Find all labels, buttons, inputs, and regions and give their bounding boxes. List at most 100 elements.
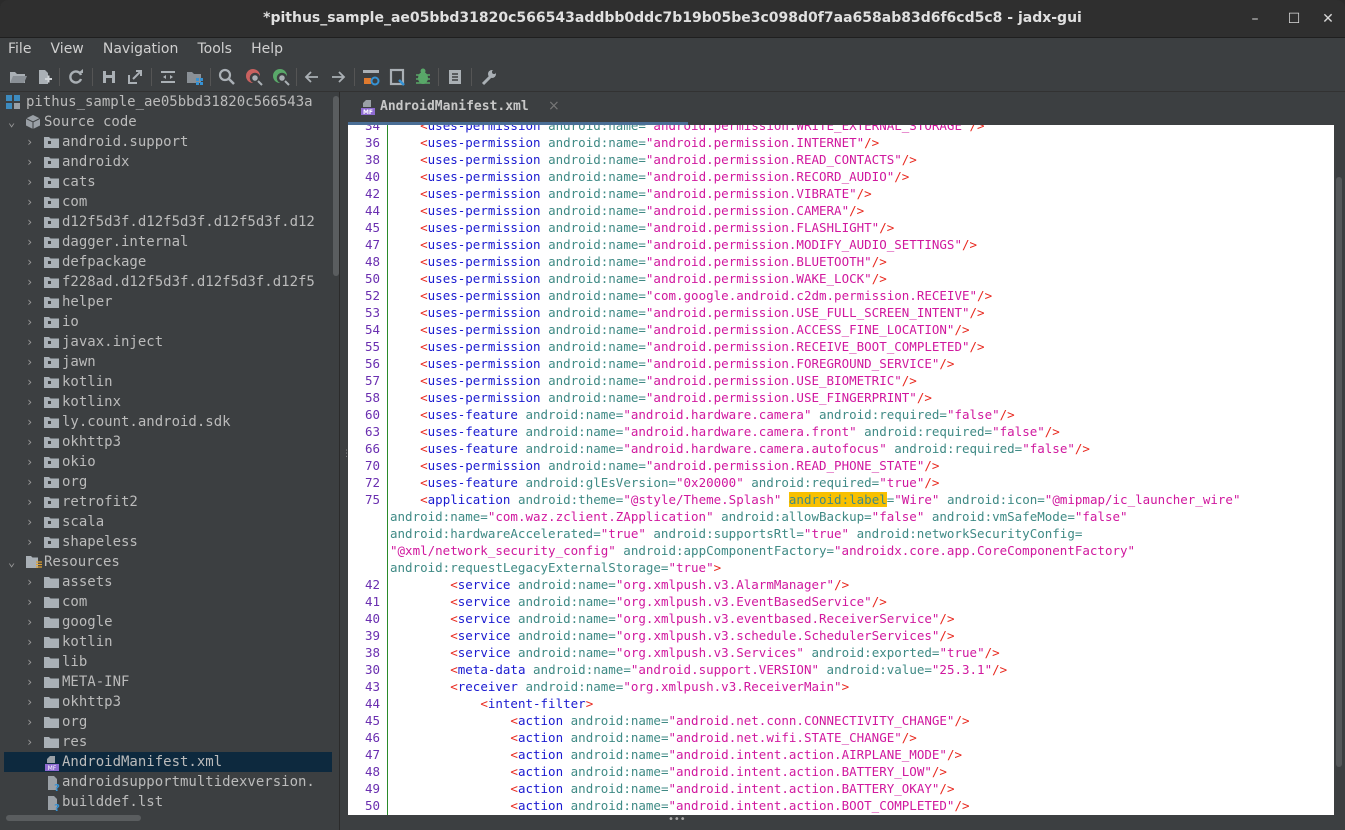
chevron-right-icon[interactable]: › xyxy=(26,192,38,212)
tree-package[interactable]: › androidx xyxy=(4,152,332,172)
tree-package[interactable]: › d12f5d3f.d12f5d3f.d12f5d3f.d12 xyxy=(4,212,332,232)
maximize-button[interactable]: ☐ xyxy=(1283,8,1305,30)
forward-icon[interactable] xyxy=(328,67,348,87)
chevron-down-icon[interactable]: ⌄ xyxy=(8,552,20,572)
chevron-right-icon[interactable]: › xyxy=(26,252,38,272)
chevron-right-icon[interactable]: › xyxy=(26,432,38,452)
quark-icon[interactable] xyxy=(387,67,407,87)
tree-file[interactable]: MF AndroidManifest.xml xyxy=(4,752,332,772)
tree-file[interactable]: ? androidsupportmultidexversion. xyxy=(4,772,332,794)
tree-package[interactable]: › javax.inject xyxy=(4,332,332,352)
tree-source-code[interactable]: ⌄ Source code xyxy=(4,112,332,132)
minimize-button[interactable]: – xyxy=(1244,8,1266,30)
chevron-right-icon[interactable]: › xyxy=(26,352,38,372)
search-text-icon[interactable] xyxy=(217,67,237,87)
search-class-icon[interactable] xyxy=(244,67,264,87)
tree-resource-folder[interactable]: › org xyxy=(4,712,332,732)
chevron-right-icon[interactable]: › xyxy=(26,672,38,692)
chevron-right-icon[interactable]: › xyxy=(26,612,38,632)
chevron-right-icon[interactable]: › xyxy=(26,292,38,312)
tree-resource-folder[interactable]: › okhttp3 xyxy=(4,692,332,712)
chevron-right-icon[interactable]: › xyxy=(26,472,38,492)
project-tree[interactable]: pithus_sample_ae05bbd31820c566543a ⌄ Sourc… xyxy=(4,92,332,812)
add-files-icon[interactable] xyxy=(34,67,54,87)
preferences-icon[interactable] xyxy=(479,67,499,87)
tree-package[interactable]: › ly.count.android.sdk xyxy=(4,412,332,432)
tree-package[interactable]: › kotlin xyxy=(4,372,332,392)
chevron-right-icon[interactable]: › xyxy=(26,492,38,512)
tree-root[interactable]: pithus_sample_ae05bbd31820c566543a xyxy=(4,92,332,112)
back-icon[interactable] xyxy=(302,67,322,87)
chevron-right-icon[interactable]: › xyxy=(26,232,38,252)
tree-package[interactable]: › org xyxy=(4,472,332,492)
tree-resource-folder[interactable]: › res xyxy=(4,732,332,752)
chevron-right-icon[interactable]: › xyxy=(26,452,38,472)
tree-horizontal-scrollbar[interactable] xyxy=(4,814,332,822)
close-button[interactable]: ✕ xyxy=(1317,8,1339,30)
tree-package[interactable]: › shapeless xyxy=(4,532,332,552)
save-all-icon[interactable] xyxy=(99,67,119,87)
chevron-right-icon[interactable]: › xyxy=(26,412,38,432)
menu-tools[interactable]: Tools xyxy=(189,38,238,57)
log-viewer-icon[interactable] xyxy=(445,67,465,87)
tree-resource-folder[interactable]: › assets xyxy=(4,572,332,592)
debugger-icon[interactable] xyxy=(413,67,433,87)
tree-file[interactable]: ? builddef.lst xyxy=(4,792,332,812)
sync-with-editor-icon[interactable] xyxy=(158,67,178,87)
export-icon[interactable] xyxy=(125,67,145,87)
tree-resource-folder[interactable]: › com xyxy=(4,592,332,612)
tree-package[interactable]: › io xyxy=(4,312,332,332)
tree-resources[interactable]: ⌄ Resources xyxy=(4,552,332,572)
panel-splitter[interactable]: ⋮ xyxy=(340,92,351,830)
chevron-right-icon[interactable]: › xyxy=(26,272,38,292)
chevron-right-icon[interactable]: › xyxy=(26,152,38,172)
tab-close-icon[interactable]: × xyxy=(548,98,560,114)
tree-package[interactable]: › cats xyxy=(4,172,332,192)
tree-resource-folder[interactable]: › kotlin xyxy=(4,632,332,652)
tree-package[interactable]: › retrofit2 xyxy=(4,492,332,512)
tree-package[interactable]: › defpackage xyxy=(4,252,332,272)
tree-package[interactable]: › okio xyxy=(4,452,332,472)
chevron-right-icon[interactable]: › xyxy=(26,712,38,732)
chevron-right-icon[interactable]: › xyxy=(26,532,38,552)
chevron-right-icon[interactable]: › xyxy=(26,572,38,592)
chevron-right-icon[interactable]: › xyxy=(26,332,38,352)
open-file-icon[interactable] xyxy=(8,67,28,87)
chevron-right-icon[interactable]: › xyxy=(26,512,38,532)
tree-resource-folder[interactable]: › lib xyxy=(4,652,332,672)
deobfuscation-icon[interactable] xyxy=(361,67,381,87)
menu-view[interactable]: View xyxy=(43,38,90,57)
chevron-right-icon[interactable]: › xyxy=(26,172,38,192)
chevron-right-icon[interactable]: › xyxy=(26,632,38,652)
sync-icon[interactable] xyxy=(66,67,86,87)
tree-package[interactable]: › scala xyxy=(4,512,332,532)
code-editor[interactable]: 34 <uses-permission android:name="androi… xyxy=(348,125,1334,815)
tree-package[interactable]: › android.support xyxy=(4,132,332,152)
bottom-splitter[interactable]: ••• xyxy=(348,814,1345,830)
chevron-right-icon[interactable]: › xyxy=(26,652,38,672)
tree-resource-folder[interactable]: › google xyxy=(4,612,332,632)
menu-navigation[interactable]: Navigation xyxy=(95,38,185,57)
chevron-right-icon[interactable]: › xyxy=(26,212,38,232)
editor-vertical-scrollbar[interactable] xyxy=(1334,125,1345,815)
tree-package[interactable]: › f228ad.d12f5d3f.d12f5d3f.d12f5 xyxy=(4,272,332,292)
tree-package[interactable]: › dagger.internal xyxy=(4,232,332,252)
tree-vertical-scrollbar[interactable] xyxy=(333,92,339,812)
tree-package[interactable]: › helper xyxy=(4,292,332,312)
tree-resource-folder[interactable]: › META-INF xyxy=(4,672,332,692)
menu-help[interactable]: Help xyxy=(243,38,289,57)
tree-package[interactable]: › kotlinx xyxy=(4,392,332,412)
chevron-down-icon[interactable]: ⌄ xyxy=(8,112,20,132)
tree-package[interactable]: › jawn xyxy=(4,352,332,372)
chevron-right-icon[interactable]: › xyxy=(26,732,38,752)
chevron-right-icon[interactable]: › xyxy=(26,392,38,412)
chevron-right-icon[interactable]: › xyxy=(26,132,38,152)
chevron-right-icon[interactable]: › xyxy=(26,372,38,392)
tree-package[interactable]: › com xyxy=(4,192,332,212)
chevron-right-icon[interactable]: › xyxy=(26,692,38,712)
search-usage-icon[interactable] xyxy=(271,67,291,87)
chevron-right-icon[interactable]: › xyxy=(26,592,38,612)
flatten-packages-icon[interactable] xyxy=(185,67,205,87)
tree-package[interactable]: › okhttp3 xyxy=(4,432,332,452)
chevron-right-icon[interactable]: › xyxy=(26,312,38,332)
